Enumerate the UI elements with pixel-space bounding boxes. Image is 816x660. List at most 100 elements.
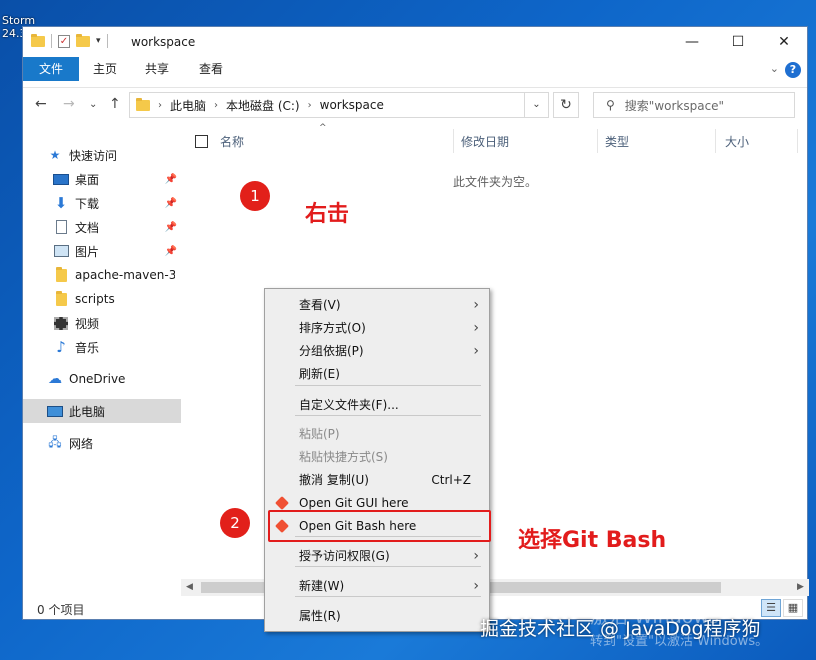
breadcrumb-separator-icon[interactable]: › — [158, 100, 162, 111]
column-header-size[interactable]: 大小 — [725, 127, 749, 155]
sidebar-item-network[interactable]: 🖧 网络 — [23, 431, 181, 455]
navigation-bar: ← → ⌄ ↑ › 此电脑 › 本地磁盘 (C:) › workspace ⌄ … — [23, 87, 807, 121]
sidebar-item-scripts[interactable]: scripts — [23, 287, 181, 311]
address-bar[interactable]: › 此电脑 › 本地磁盘 (C:) › workspace ⌄ — [129, 92, 549, 118]
column-header-date[interactable]: 修改日期 — [461, 127, 509, 155]
menu-item-view[interactable]: 查看(V) › — [265, 293, 489, 316]
toolbar-divider — [51, 34, 52, 48]
music-note-icon: ♪ — [56, 338, 66, 356]
menu-item-properties[interactable]: 属性(R) — [265, 604, 489, 627]
menu-item-give-access[interactable]: 授予访问权限(G) › — [265, 544, 489, 567]
new-folder-icon[interactable] — [76, 33, 90, 47]
column-divider[interactable] — [597, 129, 598, 153]
empty-folder-message: 此文件夹为空。 — [453, 175, 538, 189]
menu-item-label: 自定义文件夹(F)... — [299, 398, 399, 412]
submenu-arrow-icon: › — [473, 547, 479, 564]
column-divider[interactable] — [797, 129, 798, 153]
pin-icon[interactable]: 📌 — [165, 174, 177, 185]
highlight-box — [268, 510, 491, 542]
address-dropdown-icon[interactable]: ⌄ — [524, 93, 548, 117]
menu-item-label: 授予访问权限(G) — [299, 549, 390, 563]
pin-icon[interactable]: 📌 — [165, 198, 177, 209]
submenu-arrow-icon: › — [473, 296, 479, 313]
scroll-right-icon[interactable]: ▶ — [792, 579, 809, 596]
sidebar-item-videos[interactable]: 视频 — [23, 311, 181, 335]
forward-arrow-icon[interactable]: → — [63, 96, 75, 112]
menu-separator — [295, 385, 481, 386]
menu-item-label: 撤消 复制(U) — [299, 473, 369, 487]
submenu-arrow-icon: › — [473, 319, 479, 336]
up-arrow-icon[interactable]: ↑ — [109, 96, 121, 112]
navigation-pane: ★ 快速访问 桌面 📌 ⬇ 下载 📌 文档 📌 图片 📌 apache-mave… — [23, 139, 181, 589]
minimize-button[interactable]: — — [669, 27, 715, 57]
folder-icon — [53, 266, 69, 282]
sidebar-item-pictures[interactable]: 图片 📌 — [23, 239, 181, 263]
search-input[interactable]: ⚲ 搜索"workspace" — [593, 92, 795, 118]
sidebar-item-desktop[interactable]: 桌面 📌 — [23, 167, 181, 191]
sidebar-item-this-pc[interactable]: 此电脑 — [23, 399, 181, 423]
menu-separator — [295, 596, 481, 597]
breadcrumb-separator-icon[interactable]: › — [214, 100, 218, 111]
sidebar-item-quick-access[interactable]: ★ 快速访问 — [23, 143, 181, 167]
breadcrumb-drive-c[interactable]: 本地磁盘 (C:) — [226, 97, 300, 114]
search-placeholder: 搜索"workspace" — [624, 98, 725, 113]
sidebar-item-music[interactable]: ♪ 音乐 — [23, 335, 181, 359]
refresh-button[interactable]: ↻ — [553, 92, 579, 118]
menu-separator — [295, 415, 481, 416]
column-divider[interactable] — [715, 129, 716, 153]
tab-home[interactable]: 主页 — [79, 57, 131, 81]
breadcrumb-separator-icon[interactable]: › — [308, 100, 312, 111]
sidebar-item-onedrive[interactable]: ☁ OneDrive — [23, 367, 181, 391]
source-credit: 掘金技术社区 @ JavaDog程序狗 — [480, 618, 761, 640]
menu-item-undo-copy[interactable]: 撤消 复制(U) Ctrl+Z — [265, 468, 489, 491]
column-divider[interactable] — [453, 129, 454, 153]
properties-icon[interactable]: ✓ — [58, 34, 70, 48]
menu-item-label: 查看(V) — [299, 298, 341, 312]
menu-item-customize-folder[interactable]: 自定义文件夹(F)... — [265, 393, 489, 416]
toolbar-divider — [106, 34, 108, 48]
menu-item-label: 刷新(E) — [299, 367, 340, 381]
sidebar-item-documents[interactable]: 文档 📌 — [23, 215, 181, 239]
submenu-arrow-icon: › — [473, 342, 479, 359]
menu-separator — [295, 566, 481, 567]
sort-ascending-icon: ^ — [319, 123, 327, 133]
details-view-icon[interactable]: ☰ — [761, 599, 781, 617]
menu-item-paste[interactable]: 粘贴(P) — [265, 422, 489, 445]
cloud-icon: ☁ — [48, 371, 62, 387]
folder-icon — [53, 290, 69, 306]
breadcrumb-this-pc[interactable]: 此电脑 — [170, 97, 206, 114]
close-button[interactable]: ✕ — [761, 27, 807, 57]
large-icons-view-icon[interactable]: ▦ — [783, 599, 803, 617]
menu-item-sort-by[interactable]: 排序方式(O) › — [265, 316, 489, 339]
help-button[interactable]: ? — [785, 62, 801, 78]
recent-locations-icon[interactable]: ⌄ — [89, 99, 97, 110]
menu-item-refresh[interactable]: 刷新(E) — [265, 362, 489, 385]
column-header-type[interactable]: 类型 — [605, 127, 629, 155]
pin-icon[interactable]: 📌 — [165, 222, 177, 233]
column-header-name[interactable]: 名称 — [195, 127, 244, 155]
download-arrow-icon: ⬇ — [54, 194, 68, 212]
menu-item-new[interactable]: 新建(W) › — [265, 574, 489, 597]
tab-file[interactable]: 文件 — [23, 57, 79, 81]
menu-item-group-by[interactable]: 分组依据(P) › — [265, 339, 489, 362]
tab-view[interactable]: 查看 — [185, 57, 237, 81]
expand-ribbon-icon[interactable]: ⌄ — [770, 62, 779, 75]
step-2-badge: 2 — [220, 508, 250, 538]
menu-item-label: 属性(R) — [299, 609, 341, 623]
sidebar-item-apache-maven[interactable]: apache-maven-3.6 — [23, 263, 181, 287]
select-all-checkbox[interactable] — [195, 134, 208, 148]
pin-icon[interactable]: 📌 — [165, 246, 177, 257]
sidebar-item-downloads[interactable]: ⬇ 下载 📌 — [23, 191, 181, 215]
maximize-button[interactable]: ☐ — [715, 27, 761, 57]
folder-icon — [31, 33, 45, 47]
computer-icon — [47, 404, 63, 418]
menu-item-paste-shortcut[interactable]: 粘贴快捷方式(S) — [265, 445, 489, 468]
menu-item-shortcut: Ctrl+Z — [431, 472, 471, 487]
customize-toolbar-icon[interactable]: ▾ — [96, 36, 101, 46]
scroll-left-icon[interactable]: ◀ — [181, 579, 198, 596]
tab-share[interactable]: 共享 — [131, 57, 183, 81]
quick-access-toolbar: ✓ ▾ — [31, 33, 108, 48]
film-icon — [53, 316, 69, 330]
back-arrow-icon[interactable]: ← — [35, 96, 47, 112]
breadcrumb-workspace[interactable]: workspace — [320, 98, 384, 112]
